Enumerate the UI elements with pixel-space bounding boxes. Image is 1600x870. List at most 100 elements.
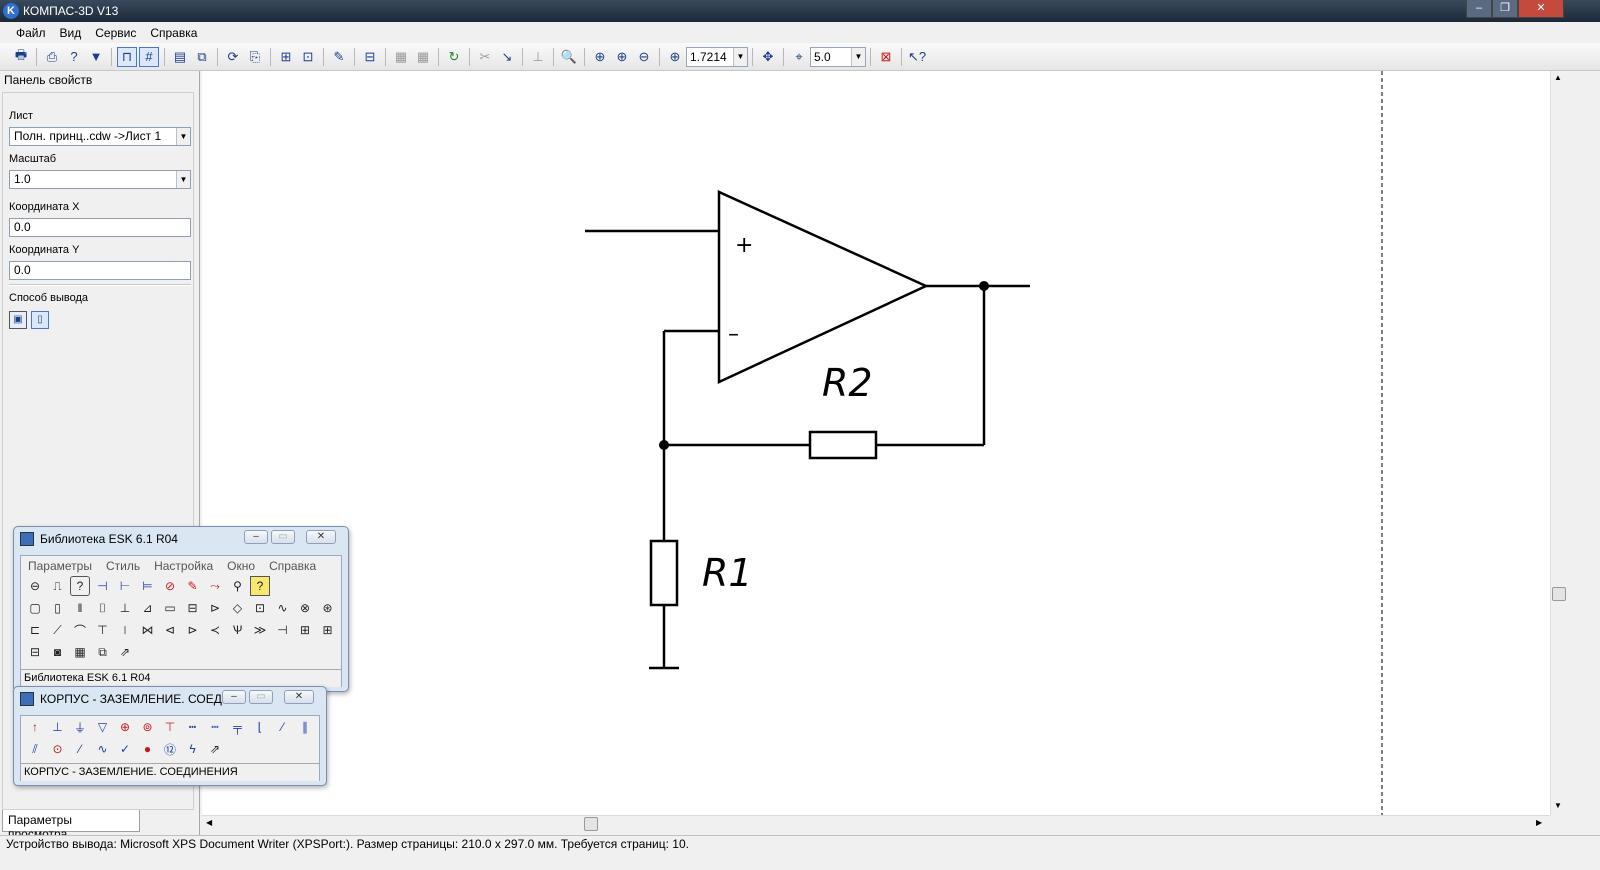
lightning-symbol-icon[interactable]: ϟ bbox=[183, 739, 203, 759]
library-minimize-button[interactable]: – bbox=[244, 530, 268, 544]
zoom-scale-icon[interactable]: ⊕ bbox=[665, 47, 685, 67]
library-menu-help[interactable]: Справка bbox=[269, 559, 316, 573]
note-icon[interactable]: ? bbox=[250, 576, 270, 596]
ground-window[interactable]: КОРПУС - ЗАЗЕМЛЕНИЕ. СОЕД... – ▭ ✕ ↑ ⊥ ⏚… bbox=[13, 686, 327, 786]
ground-circle-symbol-icon[interactable]: ⊕ bbox=[115, 717, 135, 737]
connect-end-icon[interactable]: ⊨ bbox=[138, 576, 158, 596]
drawing-canvas[interactable]: + – R2 R1 bbox=[202, 71, 1550, 815]
scroll-right-icon[interactable]: ▶ bbox=[1536, 818, 1542, 827]
terminal-block-symbol-icon[interactable]: ⊞ bbox=[318, 620, 338, 640]
antenna-v-symbol-icon[interactable]: Ѱ bbox=[228, 620, 248, 640]
check-symbol-icon[interactable]: ✓ bbox=[115, 739, 135, 759]
printer-icon[interactable]: 🖶 bbox=[11, 47, 31, 67]
close-preview-icon[interactable]: ⊠ bbox=[876, 47, 896, 67]
export-symbol-icon[interactable]: ⇗ bbox=[115, 642, 135, 662]
numbered-circle-symbol-icon[interactable]: ⑫ bbox=[160, 739, 180, 759]
ground-window-titlebar[interactable]: КОРПУС - ЗАЗЕМЛЕНИЕ. СОЕД... bbox=[14, 687, 326, 711]
coordinate-x-input[interactable]: 0.0 bbox=[9, 218, 191, 237]
transistor-symbol-icon[interactable]: ⊲ bbox=[160, 620, 180, 640]
dotted-line-symbol-icon[interactable]: ┅ bbox=[183, 717, 203, 737]
tee-symbol-icon[interactable]: ╤ bbox=[228, 717, 248, 737]
rotate-sheet-icon[interactable]: ⟳ bbox=[223, 47, 243, 67]
library-menu-settings[interactable]: Настройка bbox=[154, 559, 213, 573]
capacitor-symbol-icon[interactable]: ‖ bbox=[70, 598, 90, 618]
gate-symbol-icon[interactable]: ⊳ bbox=[183, 620, 203, 640]
target-symbol-icon[interactable]: ⊙ bbox=[48, 739, 68, 759]
ground-line-symbol-icon[interactable]: ⊥ bbox=[48, 717, 68, 737]
contact-symbol-icon[interactable]: ⊏ bbox=[25, 620, 45, 640]
delete-icon[interactable]: ⊘ bbox=[160, 576, 180, 596]
wire-squared-symbol-icon[interactable]: ⁄ bbox=[70, 739, 90, 759]
output-mode-1-icon[interactable]: ▣ bbox=[9, 311, 27, 329]
cut-icon[interactable]: ✂ bbox=[475, 47, 495, 67]
lamp-symbol-icon[interactable]: ⊗ bbox=[295, 598, 315, 618]
step-combo[interactable]: 5.0 ▼ bbox=[810, 46, 866, 67]
tab-view-parameters[interactable]: Параметры просмотра bbox=[2, 810, 140, 841]
switch-symbol-icon[interactable]: ⊥ bbox=[115, 598, 135, 618]
print-query-icon[interactable]: ? bbox=[64, 47, 84, 67]
slash-squared-symbol-icon[interactable]: ⁄ bbox=[273, 717, 293, 737]
magnet-icon[interactable]: ⊓ bbox=[117, 46, 137, 67]
wave-wire-symbol-icon[interactable]: ∿ bbox=[93, 739, 113, 759]
ring-symbol-icon[interactable]: ⊚ bbox=[138, 717, 158, 737]
rectangle-symbol-icon[interactable]: ▢ bbox=[25, 598, 45, 618]
wire-red-icon[interactable]: ⤳ bbox=[205, 576, 225, 596]
arrow-icon[interactable]: ↘ bbox=[497, 47, 517, 67]
minimize-button[interactable]: – bbox=[1466, 0, 1492, 18]
table-symbol-icon[interactable]: ▦ bbox=[70, 642, 90, 662]
scroll-left-icon[interactable]: ◀ bbox=[206, 818, 212, 827]
coordinate-y-input[interactable]: 0.0 bbox=[9, 261, 191, 280]
box-symbol-icon[interactable]: ▭ bbox=[160, 598, 180, 618]
chevron-down-icon[interactable]: ▼ bbox=[733, 47, 747, 66]
diamond-symbol-icon[interactable]: ◇ bbox=[228, 598, 248, 618]
diode-bridge-symbol-icon[interactable]: ⋈ bbox=[138, 620, 158, 640]
split-icon[interactable]: ⊥ bbox=[528, 47, 548, 67]
diode-symbol-icon[interactable]: ⊳ bbox=[205, 598, 225, 618]
library-window[interactable]: Библиотека ESK 6.1 R04 – ▭ ✕ Параметры С… bbox=[13, 526, 349, 692]
frame-symbol-icon[interactable]: ⊟ bbox=[25, 642, 45, 662]
chevron-down-icon[interactable]: ▼ bbox=[176, 171, 190, 188]
ground-export-symbol-icon[interactable]: ⇗ bbox=[205, 739, 225, 759]
battery-symbol-icon[interactable]: ⊣ bbox=[273, 620, 293, 640]
library-menu-parameters[interactable]: Параметры bbox=[28, 559, 92, 573]
ground-minimize-button[interactable]: – bbox=[222, 690, 246, 704]
report-symbol-icon[interactable]: ⧉ bbox=[93, 642, 113, 662]
vertical-scrollbar[interactable]: ▲ ▼ bbox=[1550, 71, 1567, 815]
chevron-symbol-icon[interactable]: ≫ bbox=[250, 620, 270, 640]
pan-icon[interactable]: ✥ bbox=[758, 47, 778, 67]
library-close-button[interactable]: ✕ bbox=[306, 530, 336, 544]
transformer-symbol-icon[interactable]: ⧙ bbox=[115, 620, 135, 640]
output-mode-2-icon[interactable]: ▯ bbox=[31, 311, 49, 329]
layout-icon[interactable]: ▤ bbox=[170, 47, 190, 67]
grid-snap-icon[interactable]: # bbox=[139, 46, 159, 67]
restore-button[interactable]: ❐ bbox=[1492, 0, 1518, 18]
meter-symbol-icon[interactable]: ⊿ bbox=[138, 598, 158, 618]
connect-icon[interactable]: ⊣ bbox=[93, 576, 113, 596]
triple-slash-symbol-icon[interactable]: ⫽ bbox=[25, 739, 45, 759]
rotate-icon[interactable]: ⊖ bbox=[25, 576, 45, 596]
sheet-select[interactable]: Полн. принц..cdw ->Лист 1 ▼ bbox=[9, 127, 191, 146]
step-icon[interactable]: ⌖ bbox=[789, 47, 809, 67]
copy-sheet-icon[interactable]: ⎘ bbox=[245, 47, 265, 67]
ground-maximize-button[interactable]: ▭ bbox=[249, 690, 273, 704]
library-maximize-button[interactable]: ▭ bbox=[271, 530, 295, 544]
pages-select-icon[interactable]: ▦ bbox=[413, 47, 433, 67]
pulse-icon[interactable]: ⎍ bbox=[48, 576, 68, 596]
dot-symbol-icon[interactable]: ● bbox=[138, 739, 158, 759]
fuse-link-symbol-icon[interactable]: ⌒ bbox=[70, 620, 90, 640]
filter-icon[interactable]: ▼ bbox=[86, 47, 106, 67]
zoom-combo[interactable]: 1.7214 ▼ bbox=[686, 46, 748, 67]
scroll-down-icon[interactable]: ▼ bbox=[1554, 801, 1562, 810]
zoom-out-icon[interactable]: ⊖ bbox=[634, 47, 654, 67]
ground-symbol-icon[interactable]: ⏚ bbox=[70, 717, 90, 737]
zoom-in-icon[interactable]: ⊕ bbox=[612, 47, 632, 67]
chassis-ground-symbol-icon[interactable]: ▽ bbox=[93, 717, 113, 737]
arrow-up-symbol-icon[interactable]: ↑ bbox=[25, 717, 45, 737]
edit-red-icon[interactable]: ✎ bbox=[183, 576, 203, 596]
table-icon[interactable]: ⊟ bbox=[360, 47, 380, 67]
component-icon[interactable]: ⚲ bbox=[228, 576, 248, 596]
double-slash-symbol-icon[interactable]: ∥ bbox=[295, 717, 315, 737]
chevron-down-icon[interactable]: ▼ bbox=[851, 47, 865, 66]
arrange-icon[interactable]: ⧉ bbox=[192, 47, 212, 67]
vertical-scroll-thumb[interactable] bbox=[1552, 587, 1566, 601]
